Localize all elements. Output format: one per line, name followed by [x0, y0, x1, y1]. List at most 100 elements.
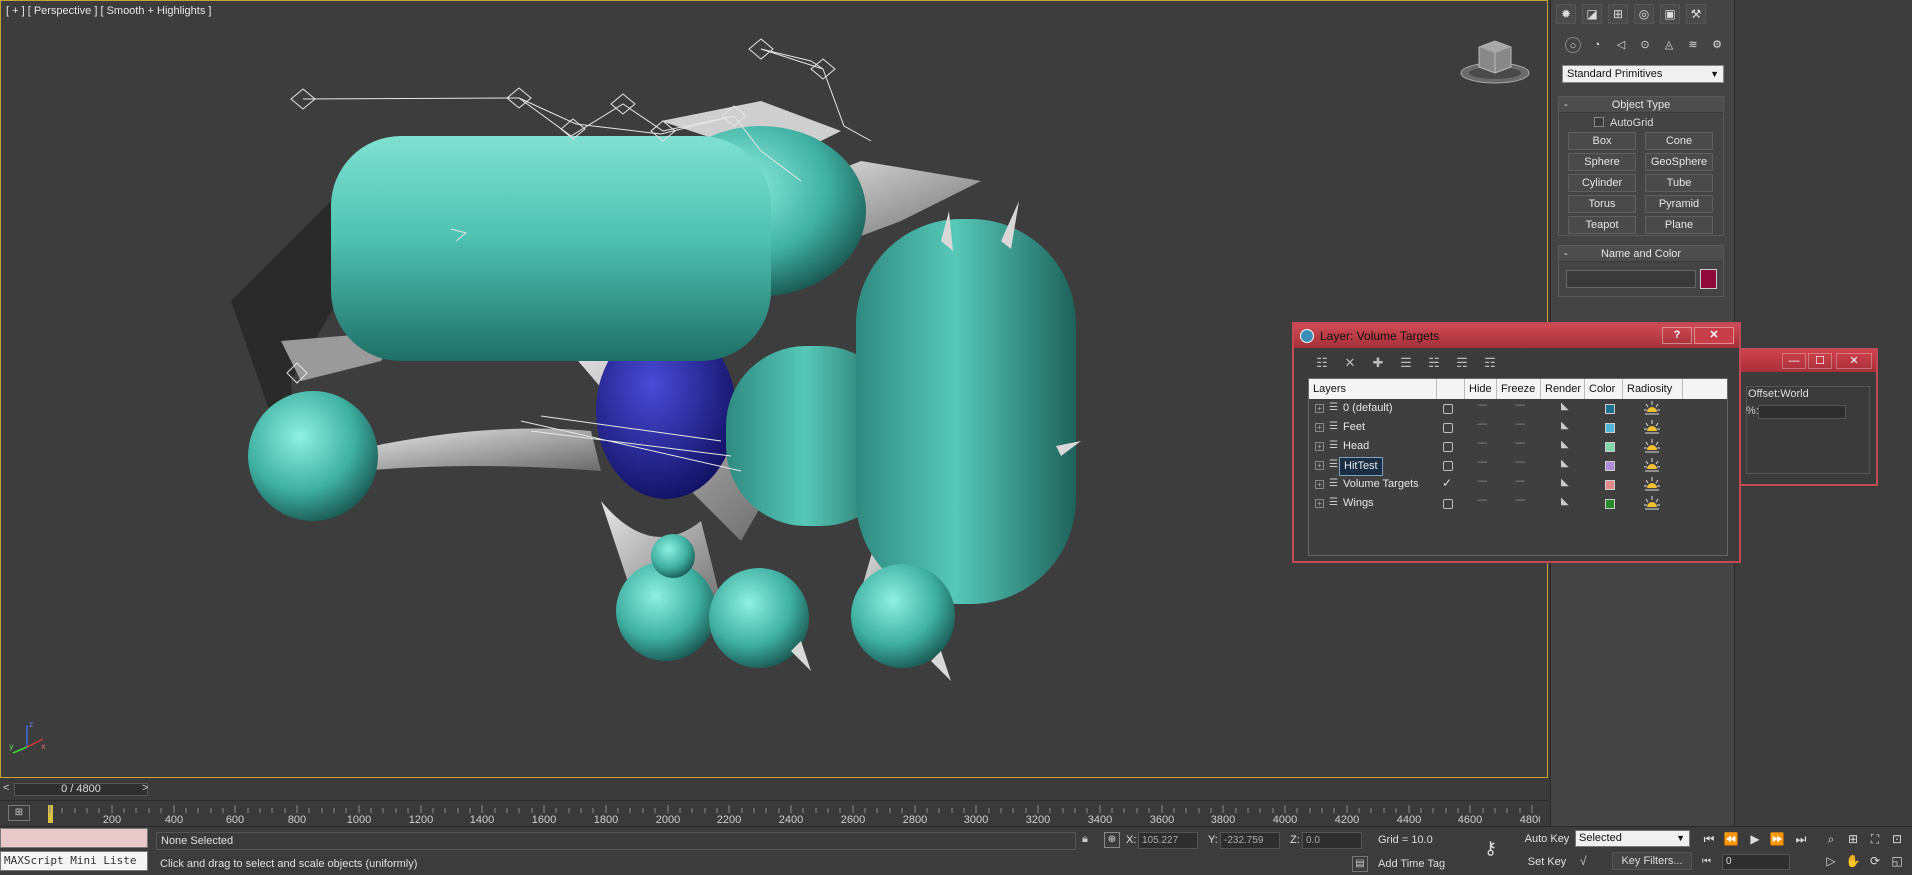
layer-name[interactable]: Wings	[1343, 495, 1374, 512]
layer-color-swatch[interactable]	[1605, 423, 1615, 433]
orbit-icon[interactable]: ⟳	[1866, 853, 1884, 869]
primitive-type-dropdown[interactable]: Standard Primitives ▼	[1562, 65, 1724, 83]
key-selection-dropdown[interactable]: Selected ▼	[1575, 830, 1690, 847]
box-button[interactable]: Box	[1568, 132, 1636, 150]
help-button[interactable]: ?	[1662, 327, 1692, 344]
play-button[interactable]: ▶	[1746, 831, 1764, 847]
freeze-toggle-icon[interactable]: ----	[1515, 438, 1525, 449]
time-slider[interactable]: 0 / 4800	[14, 783, 148, 796]
highlight-layer-icon[interactable]: ☵	[1424, 354, 1444, 372]
layer-color-swatch[interactable]	[1605, 461, 1615, 471]
object-color-swatch[interactable]	[1700, 269, 1717, 289]
render-teapot-icon[interactable]: ◣	[1561, 496, 1569, 507]
geometry-icon[interactable]: ○	[1565, 37, 1581, 53]
time-prev-button[interactable]: <	[3, 782, 9, 794]
set-key-button[interactable]: Set Key	[1522, 853, 1572, 871]
expand-icon[interactable]: +	[1315, 423, 1324, 432]
freeze-toggle-icon[interactable]: ----	[1515, 419, 1525, 430]
close-button[interactable]: ✕	[1836, 353, 1872, 369]
offset-spinner[interactable]	[1758, 405, 1846, 419]
viewcube-icon[interactable]	[1459, 37, 1531, 87]
layer-row[interactable]: + ☰ Feet ---- ---- ◣	[1309, 419, 1683, 438]
field-of-view-icon[interactable]: ▷	[1822, 853, 1840, 869]
plane-button[interactable]: Plane	[1645, 216, 1713, 234]
object-type-header[interactable]: - Object Type	[1559, 97, 1723, 113]
layer-row[interactable]: + ☰ 0 (default) ---- ---- ◣	[1309, 400, 1683, 419]
maxscript-mini-listener[interactable]: MAXScript Mini Liste	[0, 851, 148, 871]
goto-start-button[interactable]: ⏮	[1700, 831, 1718, 847]
current-layer-box[interactable]	[1443, 461, 1453, 471]
layer-row[interactable]: + ☰ HitTest ---- ---- ◣	[1309, 457, 1683, 476]
zoom-extents-icon[interactable]: ⛶	[1866, 831, 1884, 847]
sphere-button[interactable]: Sphere	[1568, 153, 1636, 171]
layer-name[interactable]: HitTest	[1339, 457, 1383, 476]
layer-name[interactable]: Feet	[1343, 419, 1365, 436]
goto-start-icon[interactable]: ⏮	[1702, 856, 1711, 867]
zoom-icon[interactable]: ⌕	[1822, 831, 1840, 847]
object-name-field[interactable]	[1566, 270, 1696, 288]
radiosity-sun-icon[interactable]	[1643, 400, 1661, 418]
col-current[interactable]	[1437, 379, 1465, 399]
space-warps-icon[interactable]: ≋	[1685, 37, 1701, 53]
tube-button[interactable]: Tube	[1645, 174, 1713, 192]
auto-key-button[interactable]: Auto Key	[1522, 830, 1572, 848]
render-teapot-icon[interactable]: ◣	[1561, 477, 1569, 488]
hide-toggle-icon[interactable]: ----	[1477, 419, 1487, 430]
current-layer-box[interactable]	[1443, 404, 1453, 414]
expand-icon[interactable]: +	[1315, 442, 1324, 451]
freeze-toggle-icon[interactable]: ----	[1515, 476, 1525, 487]
timeline-ruler[interactable]: 200 400 600 800 1000 1200 1400 1600 1800 2000 2200…	[48, 805, 1540, 825]
helpers-icon[interactable]: ◬	[1661, 37, 1677, 53]
autogrid-checkbox[interactable]: AutoGrid	[1594, 117, 1653, 129]
prev-frame-button[interactable]: ⏪	[1722, 831, 1740, 847]
add-time-tag-button[interactable]: Add Time Tag	[1378, 858, 1445, 870]
freeze-toggle-icon[interactable]: ----	[1515, 400, 1525, 411]
maximize-button[interactable]: ☐	[1808, 353, 1832, 369]
systems-icon[interactable]: ⚙	[1709, 37, 1725, 53]
select-objects-icon[interactable]: ☰	[1396, 354, 1416, 372]
zoom-extents-all-icon[interactable]: ⊡	[1888, 831, 1906, 847]
expand-icon[interactable]: +	[1315, 499, 1324, 508]
current-layer-box[interactable]	[1443, 442, 1453, 452]
hide-toggle-icon[interactable]: ----	[1477, 495, 1487, 506]
radiosity-sun-icon[interactable]	[1643, 476, 1661, 494]
col-hide[interactable]: Hide	[1465, 379, 1497, 399]
delete-layer-icon[interactable]: ✕	[1340, 354, 1360, 372]
add-to-layer-icon[interactable]: ✚	[1368, 354, 1388, 372]
key-icon[interactable]: ⚷	[1484, 838, 1497, 859]
layer-color-swatch[interactable]	[1605, 499, 1615, 509]
current-layer-box[interactable]	[1443, 499, 1453, 509]
close-button[interactable]: ✕	[1694, 327, 1734, 344]
freeze-all-icon[interactable]: ☶	[1480, 354, 1500, 372]
render-teapot-icon[interactable]: ◣	[1561, 401, 1569, 412]
radiosity-sun-icon[interactable]	[1643, 438, 1661, 456]
teapot-button[interactable]: Teapot	[1568, 216, 1636, 234]
render-teapot-icon[interactable]: ◣	[1561, 420, 1569, 431]
layer-name[interactable]: 0 (default)	[1343, 400, 1393, 417]
current-layer-check-icon[interactable]: ✓	[1442, 476, 1452, 490]
layer-row[interactable]: + ☰ Volume Targets ✓ ---- ---- ◣	[1309, 476, 1683, 495]
current-layer-box[interactable]	[1443, 423, 1453, 433]
y-coordinate-field[interactable]: -232.759	[1220, 832, 1280, 849]
layer-color-swatch[interactable]	[1605, 480, 1615, 490]
layer-color-swatch[interactable]	[1605, 404, 1615, 414]
torus-button[interactable]: Torus	[1568, 195, 1636, 213]
lights-icon[interactable]: ◁	[1613, 37, 1629, 53]
col-color[interactable]: Color	[1585, 379, 1623, 399]
layer-row[interactable]: + ☰ Wings ---- ---- ◣	[1309, 495, 1683, 514]
expand-icon[interactable]: +	[1315, 480, 1324, 489]
create-layer-icon[interactable]: ☷	[1312, 354, 1332, 372]
expand-icon[interactable]: +	[1315, 404, 1324, 413]
motion-tab-icon[interactable]: ◎	[1634, 4, 1654, 24]
expand-icon[interactable]: +	[1315, 461, 1324, 470]
key-tangent-icon[interactable]: √	[1580, 854, 1587, 868]
pyramid-button[interactable]: Pyramid	[1645, 195, 1713, 213]
hide-toggle-icon[interactable]: ----	[1477, 457, 1487, 468]
col-render[interactable]: Render	[1541, 379, 1585, 399]
layer-color-swatch[interactable]	[1605, 442, 1615, 452]
modify-tab-icon[interactable]: ◪	[1582, 4, 1602, 24]
pan-icon[interactable]: ✋	[1844, 853, 1862, 869]
minimize-button[interactable]: —	[1782, 353, 1806, 369]
goto-end-button[interactable]: ⏭	[1792, 831, 1810, 847]
col-radiosity[interactable]: Radiosity	[1623, 379, 1683, 399]
